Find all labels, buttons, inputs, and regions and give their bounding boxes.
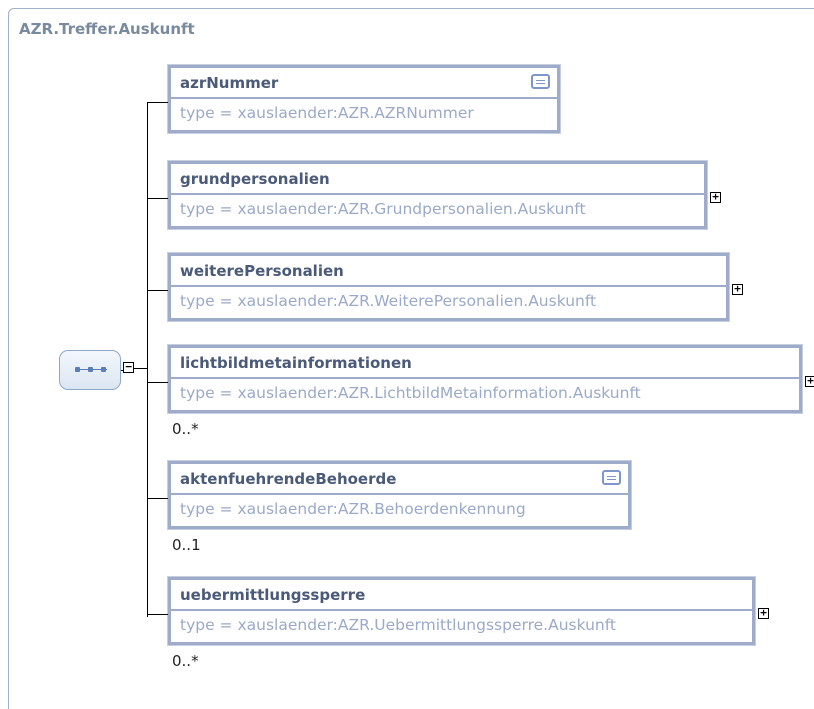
connector-line (147, 102, 168, 103)
documentation-icon[interactable] (531, 74, 550, 89)
element-type: type = xauslaender:AZR.Grundpersonalien.… (180, 200, 586, 218)
element-name: weiterePersonalien (180, 262, 344, 280)
element-azrNummer[interactable]: azrNummer type = xauslaender:AZR.AZRNumme… (168, 65, 560, 133)
element-uebermittlungssperre[interactable]: uebermittlungssperre type = xauslaender:A… (168, 577, 755, 645)
element-grundpersonalien[interactable]: grundpersonalien type = xauslaender:AZR.G… (168, 161, 707, 229)
connector-line (134, 368, 148, 369)
element-weiterePersonalien[interactable]: weiterePersonalien type = xauslaender:AZR… (168, 253, 729, 321)
element-type: type = xauslaender:AZR.Uebermittlungsspe… (180, 616, 617, 634)
connector-line (147, 498, 168, 499)
expand-toggle-icon[interactable]: + (758, 607, 769, 619)
expand-toggle-icon[interactable]: + (732, 283, 743, 295)
element-separator (171, 609, 752, 611)
connector-line (147, 382, 168, 383)
element-name: uebermittlungssperre (180, 586, 366, 604)
cardinality-label: 0..1 (172, 536, 201, 554)
element-aktenfuehrendeBehoerde[interactable]: aktenfuehrendeBehoerde type = xauslaender… (168, 461, 631, 529)
element-type: type = xauslaender:AZR.WeiterePersonalie… (180, 292, 597, 310)
connector-line (147, 290, 168, 291)
connector-line (147, 198, 168, 199)
element-separator (171, 193, 704, 195)
connector-trunk (147, 102, 148, 617)
element-lichtbildmetainformationen[interactable]: lichtbildmetainformationen type = xauslae… (168, 345, 802, 413)
element-separator (171, 377, 799, 379)
cardinality-label: 0..* (172, 420, 199, 438)
expand-toggle-icon[interactable]: + (805, 375, 814, 387)
connector-line (121, 370, 123, 371)
expand-toggle-icon[interactable]: + (710, 191, 721, 203)
diagram-title: AZR.Treffer.Auskunft (19, 20, 195, 38)
element-type: type = xauslaender:AZR.AZRNummer (180, 104, 474, 122)
element-separator (171, 97, 557, 99)
element-separator (171, 285, 726, 287)
element-type: type = xauslaender:AZR.LichtbildMetainfo… (180, 384, 641, 402)
element-name: grundpersonalien (180, 170, 330, 188)
element-name: azrNummer (180, 74, 279, 92)
documentation-icon[interactable] (602, 470, 621, 485)
element-type: type = xauslaender:AZR.Behoerdenkennung (180, 500, 526, 518)
sequence-compositor-icon[interactable] (59, 350, 121, 390)
collapse-toggle-icon[interactable]: − (123, 361, 134, 373)
element-separator (171, 493, 628, 495)
connector-line (147, 614, 168, 615)
element-name: lichtbildmetainformationen (180, 354, 412, 372)
element-name: aktenfuehrendeBehoerde (180, 470, 397, 488)
cardinality-label: 0..* (172, 652, 199, 670)
